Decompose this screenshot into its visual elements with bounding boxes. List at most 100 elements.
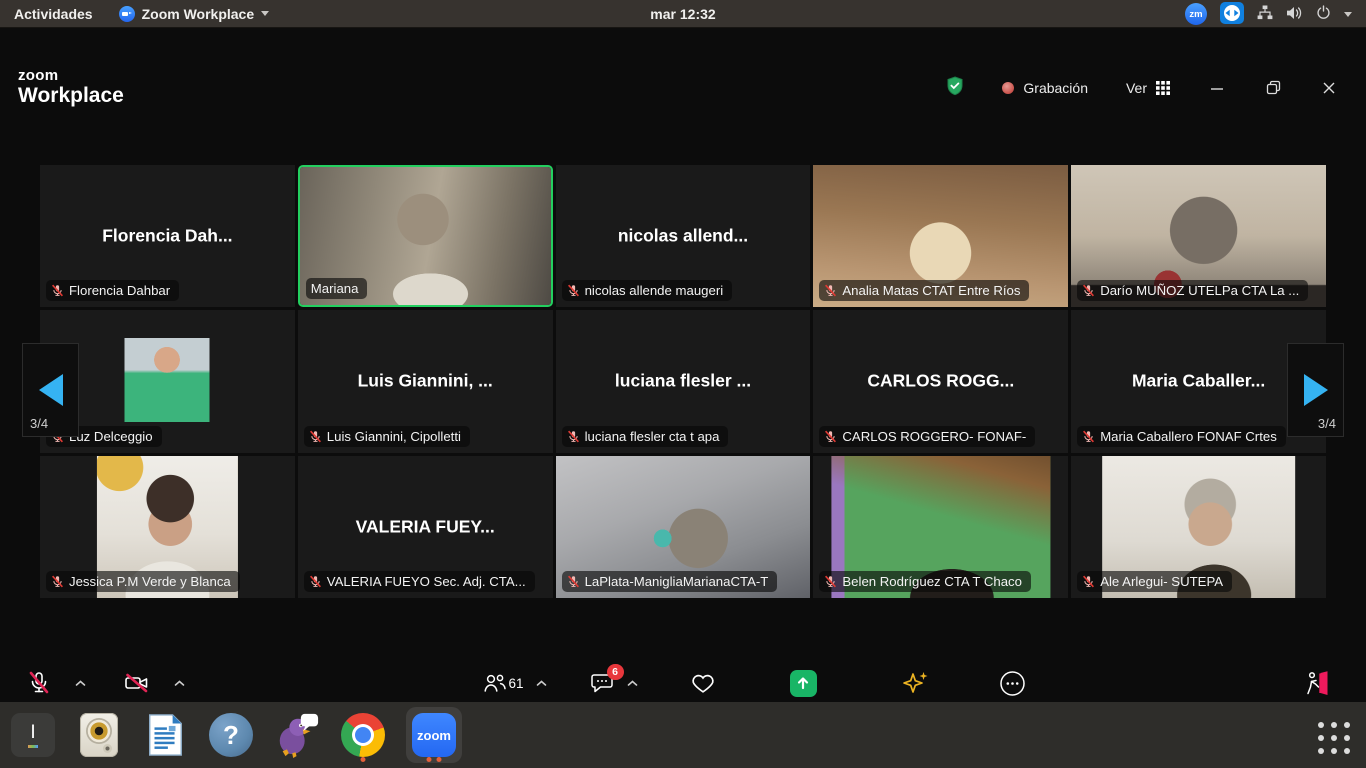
- audio-options-caret[interactable]: [75, 680, 86, 687]
- mic-off-icon: [567, 430, 580, 443]
- terminal-icon[interactable]: I: [10, 709, 56, 761]
- participant-tile[interactable]: VALERIA FUEY...VALERIA FUEYO Sec. Adj. C…: [298, 456, 553, 598]
- record-dot-icon: [1002, 82, 1014, 94]
- participant-tile[interactable]: Mariana: [298, 165, 553, 307]
- network-icon[interactable]: [1257, 5, 1273, 23]
- clock[interactable]: mar 12:32: [650, 0, 715, 28]
- participant-label: Belen Rodríguez CTA T Chaco: [819, 571, 1031, 592]
- more-icon: [999, 670, 1026, 697]
- participant-label-text: nicolas allende maugeri: [585, 283, 724, 298]
- libreoffice-writer-icon[interactable]: [142, 709, 188, 761]
- arrow-left-icon: [39, 374, 63, 406]
- participant-label-text: Ale Arlegui- SUTEPA: [1100, 574, 1223, 589]
- mic-off-icon: [567, 575, 580, 588]
- zoom-icon-label: zoom: [417, 728, 451, 743]
- mic-off-icon: [1082, 430, 1095, 443]
- participant-tile[interactable]: Florencia Dah... Florencia Dahbar: [40, 165, 295, 307]
- participant-label-text: luciana flesler cta t apa: [585, 429, 720, 444]
- participant-label: Mariana: [306, 278, 368, 299]
- app-menu-label: Zoom Workplace: [142, 6, 255, 22]
- page-indicator: 3/4: [1318, 416, 1336, 431]
- zoom-tray-icon[interactable]: zm: [1185, 3, 1207, 25]
- participant-tile[interactable]: Ale Arlegui- SUTEPA: [1071, 456, 1326, 598]
- security-shield-icon[interactable]: [946, 76, 964, 99]
- participant-label: nicolas allende maugeri: [562, 280, 733, 301]
- next-page-button[interactable]: 3/4: [1287, 343, 1344, 437]
- mic-muted-icon: [27, 670, 51, 696]
- chevron-down-icon: [261, 11, 269, 16]
- chrome-icon[interactable]: [340, 709, 386, 761]
- mic-off-icon: [309, 430, 322, 443]
- participant-name-center: luciana flesler ...: [556, 371, 811, 392]
- mic-off-icon: [309, 575, 322, 588]
- mic-off-icon: [1082, 575, 1095, 588]
- participant-label-text: Florencia Dahbar: [69, 283, 170, 298]
- teamviewer-tray-icon[interactable]: [1220, 2, 1244, 27]
- participant-tile[interactable]: Luis Giannini, ...Luis Giannini, Cipolle…: [298, 310, 553, 452]
- close-button[interactable]: [1320, 79, 1338, 97]
- terminal-glyph: I: [30, 722, 35, 744]
- mic-off-icon: [824, 430, 837, 443]
- app-grid-button[interactable]: [1318, 722, 1350, 754]
- prev-page-button[interactable]: 3/4: [22, 343, 79, 437]
- participant-label-text: CARLOS ROGGERO- FONAF-: [842, 429, 1026, 444]
- zoom-app-icon: [119, 6, 135, 22]
- video-options-caret[interactable]: [174, 680, 185, 687]
- pidgin-icon[interactable]: [274, 709, 320, 761]
- volume-icon[interactable]: [1286, 6, 1303, 23]
- participant-label-text: Maria Caballero FONAF Crtes: [1100, 429, 1277, 444]
- participant-tile[interactable]: Jessica P.M Verde y Blanca: [40, 456, 295, 598]
- participant-label: Jessica P.M Verde y Blanca: [46, 571, 240, 592]
- participant-tile[interactable]: CARLOS ROGG... CARLOS ROGGERO- FONAF-: [813, 310, 1068, 452]
- view-button[interactable]: Ver: [1126, 80, 1170, 96]
- participants-caret[interactable]: [536, 680, 547, 687]
- participant-label: luciana flesler cta t apa: [562, 426, 729, 447]
- chat-caret[interactable]: [627, 680, 638, 687]
- participant-label-text: Analia Matas CTAT Entre Ríos: [842, 283, 1020, 298]
- participant-label-text: LaPlata-ManigliaMarianaCTA-T: [585, 574, 769, 589]
- participant-tile[interactable]: Analia Matas CTAT Entre Ríos: [813, 165, 1068, 307]
- chat-badge: 6: [607, 664, 624, 680]
- participant-label: CARLOS ROGGERO- FONAF-: [819, 426, 1035, 447]
- camera-off-icon: [123, 670, 150, 696]
- running-indicator: [427, 757, 442, 762]
- mic-off-icon: [567, 284, 580, 297]
- participant-tile[interactable]: luciana flesler ... luciana flesler cta t…: [556, 310, 811, 452]
- participant-label-text: Belen Rodríguez CTA T Chaco: [842, 574, 1022, 589]
- participant-name-center: Luis Giannini, ...: [298, 371, 553, 392]
- audio-player-icon[interactable]: [76, 709, 122, 761]
- mic-off-icon: [1082, 284, 1095, 297]
- participant-name-center: VALERIA FUEY...: [298, 516, 553, 537]
- activities-button[interactable]: Actividades: [14, 6, 93, 22]
- participant-tile[interactable]: nicolas allend... nicolas allende maugeri: [556, 165, 811, 307]
- gallery-grid-icon: [1156, 81, 1170, 95]
- zoom-dock-icon[interactable]: zoom: [406, 709, 462, 761]
- view-label: Ver: [1126, 80, 1147, 96]
- help-icon[interactable]: ?: [208, 709, 254, 761]
- participant-label-text: Darío MUÑOZ UTELPa CTA La ...: [1100, 283, 1299, 298]
- participant-tile[interactable]: Darío MUÑOZ UTELPa CTA La ...: [1071, 165, 1326, 307]
- heart-icon: [690, 671, 716, 696]
- share-screen-icon: [790, 670, 817, 697]
- gnome-top-bar: Actividades Zoom Workplace mar 12:32 zm: [0, 0, 1366, 28]
- participant-tile[interactable]: LaPlata-ManigliaMarianaCTA-T: [556, 456, 811, 598]
- participant-label-text: Jessica P.M Verde y Blanca: [69, 574, 231, 589]
- participant-name-center: nicolas allend...: [556, 226, 811, 247]
- zoom-logo: zoom Workplace: [18, 68, 124, 106]
- mic-off-icon: [824, 575, 837, 588]
- participant-name-center: Florencia Dah...: [40, 226, 295, 247]
- power-icon[interactable]: [1316, 5, 1331, 23]
- participant-tile[interactable]: Belen Rodríguez CTA T Chaco: [813, 456, 1068, 598]
- desktop: Actividades Zoom Workplace mar 12:32 zm: [0, 0, 1366, 768]
- arrow-right-icon: [1304, 374, 1328, 406]
- restore-button[interactable]: [1264, 79, 1282, 97]
- participant-label: Ale Arlegui- SUTEPA: [1077, 571, 1232, 592]
- participant-name-center: CARLOS ROGG...: [813, 371, 1068, 392]
- recording-label: Grabación: [1023, 80, 1088, 96]
- minimize-button[interactable]: [1208, 79, 1226, 97]
- help-glyph: ?: [223, 720, 239, 751]
- app-menu[interactable]: Zoom Workplace: [119, 6, 270, 22]
- sparkle-icon: [900, 670, 930, 697]
- recording-indicator[interactable]: Grabación: [1002, 80, 1088, 96]
- chevron-down-icon[interactable]: [1344, 12, 1352, 17]
